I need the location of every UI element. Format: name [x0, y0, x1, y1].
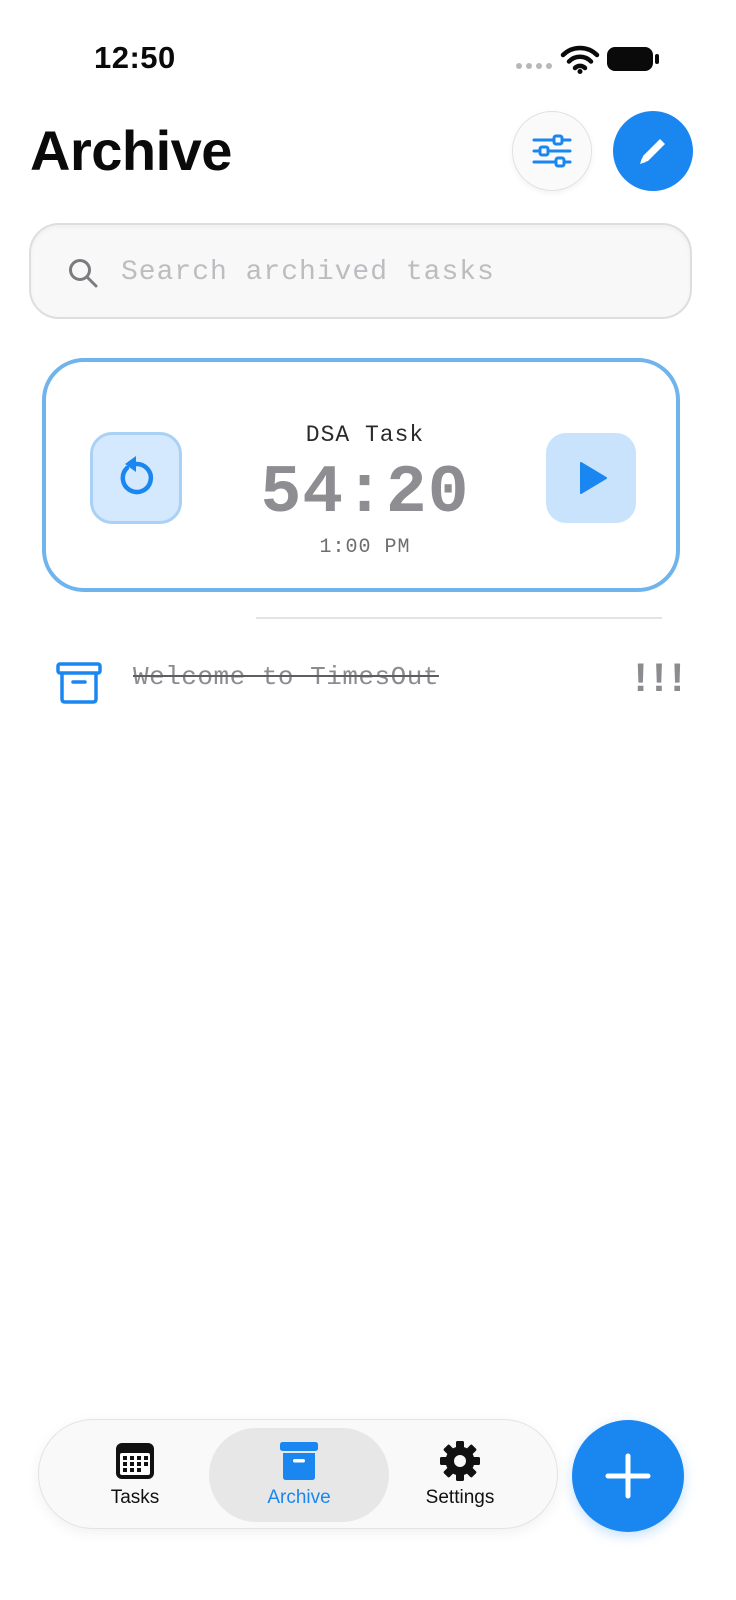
page-title: Archive	[30, 119, 232, 182]
search-icon	[69, 259, 98, 288]
edit-button[interactable]	[613, 111, 693, 191]
play-button[interactable]	[546, 433, 636, 523]
divider	[256, 617, 662, 619]
search-input[interactable]	[121, 245, 661, 299]
calendar-icon	[116, 1443, 154, 1479]
search-bar[interactable]	[29, 223, 692, 319]
tab-bar: Tasks Archive Settings	[38, 1419, 558, 1529]
gear-icon	[440, 1441, 480, 1481]
tab-settings[interactable]: Settings	[389, 1428, 531, 1522]
plus-icon	[605, 1453, 651, 1499]
status-time: 12:50	[94, 40, 176, 75]
priority-indicator: !!!	[634, 656, 689, 700]
play-icon	[580, 462, 607, 494]
timer-card[interactable]: DSA Task 54:20 1:00 PM	[42, 358, 680, 592]
tab-archive[interactable]: Archive	[209, 1428, 389, 1522]
timer-scheduled-time: 1:00 PM	[319, 536, 411, 559]
tab-tasks[interactable]: Tasks	[61, 1428, 209, 1522]
sliders-icon	[532, 134, 572, 168]
battery-icon	[607, 47, 659, 71]
list-item-title: Welcome to TimesOut	[133, 662, 439, 692]
list-item[interactable]: Welcome to TimesOut !!!	[0, 648, 736, 710]
tab-label: Archive	[267, 1487, 331, 1508]
tab-label: Settings	[425, 1487, 495, 1508]
archive-box-icon	[56, 662, 102, 704]
tab-label: Tasks	[110, 1487, 160, 1508]
wifi-icon	[560, 45, 600, 74]
pencil-icon	[640, 139, 665, 164]
signal-dots-icon	[516, 63, 552, 69]
add-task-button[interactable]	[572, 1420, 684, 1532]
archive-box-icon	[280, 1442, 318, 1480]
filter-button[interactable]	[512, 111, 592, 191]
